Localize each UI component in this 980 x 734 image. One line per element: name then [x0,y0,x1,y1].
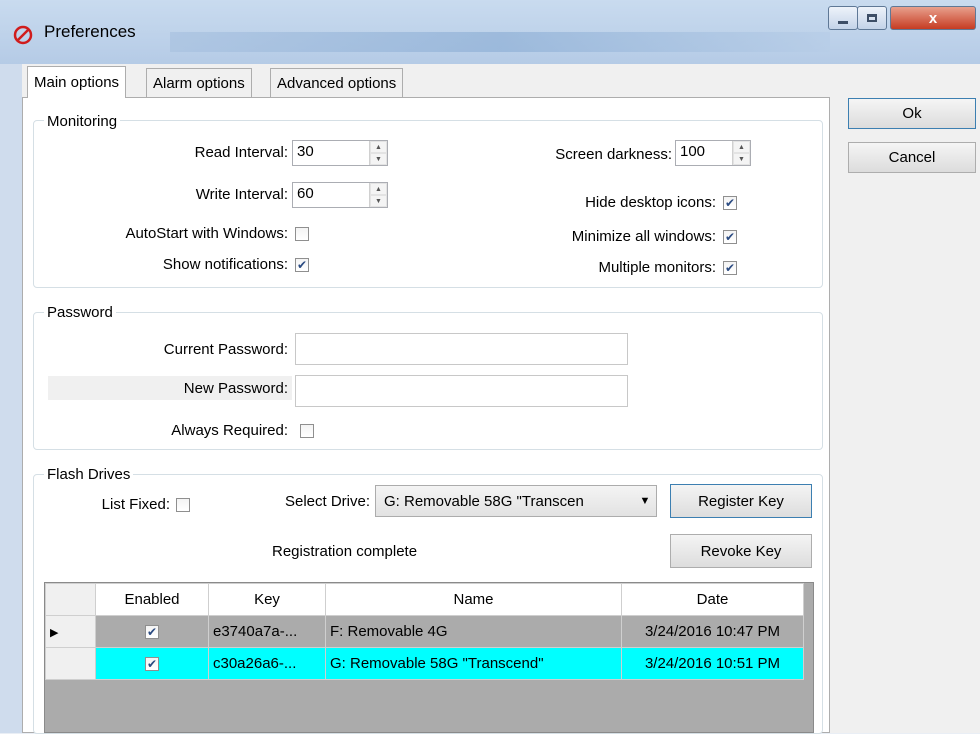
close-icon: x [928,9,938,27]
select-drive-dropdown[interactable]: G: Removable 58G "Transcen ▼ [375,485,657,517]
maximize-icon [867,14,877,22]
column-header-key[interactable]: Key [208,583,326,616]
list-fixed-checkbox[interactable] [176,498,190,512]
background-blur [170,32,830,52]
write-interval-value[interactable]: 60 [293,183,369,207]
screen-darkness-value[interactable]: 100 [676,141,732,165]
minimize-button[interactable] [828,6,858,30]
read-interval-value[interactable]: 30 [293,141,369,165]
enabled-checkbox[interactable]: ✔ [145,656,159,671]
current-password-field[interactable] [295,333,628,365]
column-header-name[interactable]: Name [325,583,622,616]
tab-alarm-options[interactable]: Alarm options [146,68,252,97]
table-row[interactable]: ✔ c30a26a6-... G: Removable 58G "Transcend… [45,647,804,680]
key-cell[interactable]: e3740a7a-... [208,615,326,648]
ok-button[interactable]: Ok [848,98,976,129]
row-header[interactable]: ▶ [45,615,96,648]
new-password-field[interactable] [295,375,628,407]
key-cell[interactable]: c30a26a6-... [208,647,326,680]
tab-advanced-options[interactable]: Advanced options [270,68,404,97]
spin-up-icon[interactable]: ▲ [370,183,387,195]
column-header-enabled[interactable]: Enabled [95,583,209,616]
screen-darkness-label: Screen darkness: [555,146,672,163]
write-interval-stepper[interactable]: 60 ▲ ▼ [292,182,388,208]
tab-main-options[interactable]: Main options [27,66,127,98]
list-fixed-label: List Fixed: [101,496,170,513]
revoke-key-button[interactable]: Revoke Key [670,534,812,568]
read-interval-label: Read Interval: [194,144,288,161]
window-title: Preferences [44,22,136,41]
spin-down-icon[interactable]: ▼ [733,153,750,165]
write-interval-label: Write Interval: [195,186,288,203]
read-interval-stepper[interactable]: 30 ▲ ▼ [292,140,388,166]
password-legend: Password [44,304,116,321]
autostart-checkbox[interactable] [295,227,309,241]
column-header-date[interactable]: Date [621,583,804,616]
enabled-cell[interactable]: ✔ [95,615,209,648]
multiple-monitors-label: Multiple monitors: [598,259,716,276]
select-drive-label: Select Drive: [284,493,370,510]
grid-header-row: Enabled Key Name Date [45,583,804,616]
cancel-button[interactable]: Cancel [848,142,976,173]
select-drive-value: G: Removable 58G "Transcen [384,492,584,510]
show-notifications-label: Show notifications: [162,256,288,273]
name-cell[interactable]: G: Removable 58G "Transcend" [325,647,622,680]
current-row-icon: ▶ [50,627,59,639]
multiple-monitors-checkbox[interactable]: ✔ [723,261,737,275]
spin-up-icon[interactable]: ▲ [733,141,750,153]
enabled-cell[interactable]: ✔ [95,647,209,680]
enabled-checkbox[interactable]: ✔ [145,624,159,639]
monitoring-legend: Monitoring [44,113,121,130]
new-password-label: New Password: [183,380,288,397]
screen-darkness-stepper[interactable]: 100 ▲ ▼ [675,140,751,166]
flash-drives-legend: Flash Drives [44,466,134,483]
show-notifications-checkbox[interactable]: ✔ [295,258,309,272]
table-row[interactable]: ▶ ✔ e3740a7a-... F: Removable 4G 3/24/2016 1… [45,615,804,648]
name-cell[interactable]: F: Removable 4G [325,615,622,648]
date-cell[interactable]: 3/24/2016 10:51 PM [621,647,804,680]
spin-down-icon[interactable]: ▼ [370,153,387,165]
register-key-button[interactable]: Register Key [670,484,812,518]
grid-corner-header [45,583,96,616]
hide-desktop-icons-checkbox[interactable]: ✔ [723,196,737,210]
maximize-button[interactable] [857,6,887,30]
hide-desktop-icons-label: Hide desktop icons: [585,194,716,211]
always-required-checkbox[interactable] [300,424,314,438]
spin-down-icon[interactable]: ▼ [370,195,387,207]
minimize-all-windows-checkbox[interactable]: ✔ [723,230,737,244]
keys-grid[interactable]: Enabled Key Name Date ▶ ✔ e3740a7a-... F: R… [44,582,814,733]
chevron-down-icon: ▼ [639,495,651,507]
current-password-label: Current Password: [163,341,288,358]
app-icon [13,25,33,45]
always-required-label: Always Required: [171,422,288,439]
window-left-edge [0,64,22,733]
close-button[interactable]: x [890,6,976,30]
date-cell[interactable]: 3/24/2016 10:47 PM [621,615,804,648]
spin-up-icon[interactable]: ▲ [370,141,387,153]
autostart-label: AutoStart with Windows: [125,225,288,242]
minimize-all-windows-label: Minimize all windows: [571,228,716,245]
registration-status: Registration complete [272,543,418,560]
row-header[interactable] [45,647,96,680]
minimize-icon [838,20,848,24]
